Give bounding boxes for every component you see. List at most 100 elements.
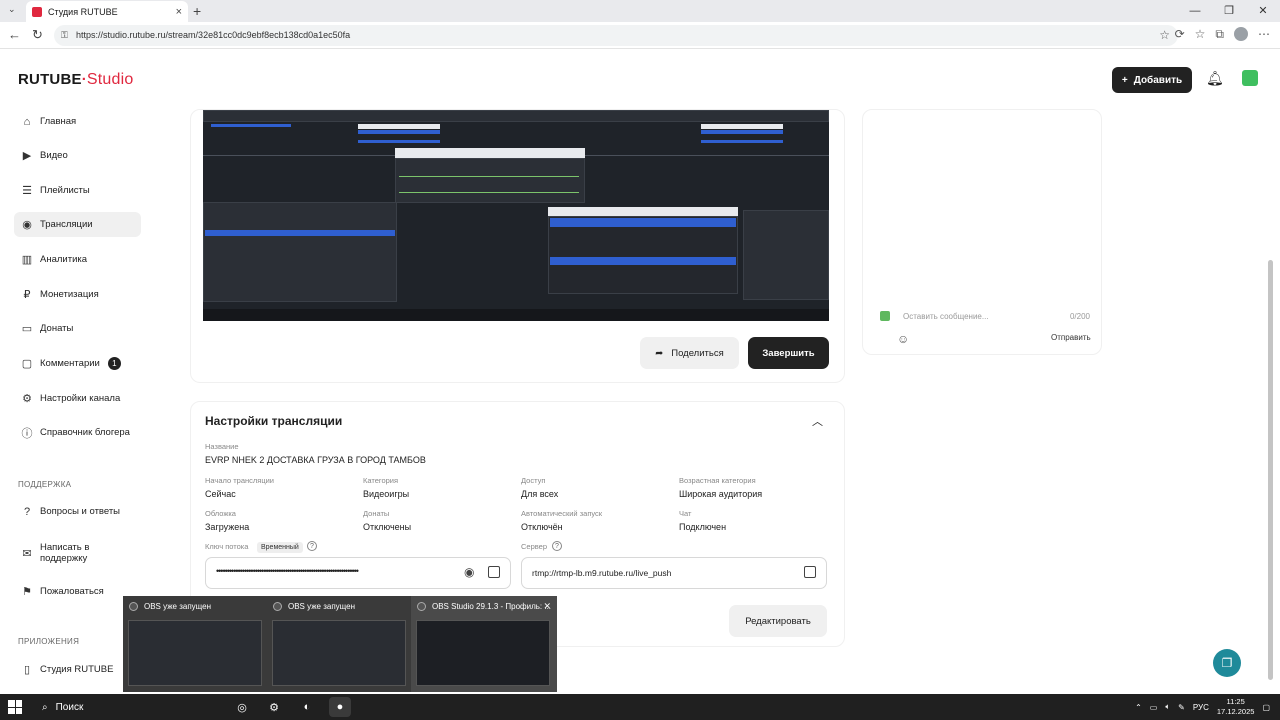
emoji-icon[interactable]: ☺ bbox=[897, 332, 909, 346]
app-icon[interactable]: ⚙ bbox=[263, 697, 285, 717]
add-button[interactable]: + Добавить bbox=[1112, 67, 1192, 93]
windows-start-icon[interactable] bbox=[8, 700, 22, 714]
bookmark-star-icon[interactable]: ☆ bbox=[1159, 25, 1170, 46]
sidebar-item-contact-support[interactable]: ✉ Написать в поддержку bbox=[14, 539, 141, 567]
field-label: Категория bbox=[363, 476, 399, 485]
chat-user-avatar bbox=[880, 311, 890, 321]
field-label: Автоматический запуск bbox=[521, 509, 603, 518]
clock[interactable]: 11:25 17.12.2025 bbox=[1217, 697, 1255, 717]
server-url-value: rtmp://rtmp-lb.m9.rutube.ru/live_push bbox=[532, 568, 672, 578]
browser-tab[interactable]: Студия RUTUBE × bbox=[26, 1, 188, 22]
sidebar-item-home[interactable]: ⌂ Главная bbox=[14, 109, 141, 134]
thumbnail-preview bbox=[272, 620, 406, 686]
help-icon[interactable]: ? bbox=[552, 541, 562, 551]
thumbnail-window[interactable]: OBS уже запущен bbox=[123, 596, 267, 692]
back-icon[interactable]: ← bbox=[8, 27, 21, 42]
field-value: Подключен bbox=[679, 522, 727, 532]
end-stream-button[interactable]: Завершить bbox=[748, 337, 829, 369]
sidebar-item-video[interactable]: ▶ Видео bbox=[14, 143, 141, 168]
minimize-icon[interactable]: — bbox=[1178, 0, 1212, 22]
playlist-icon: ☰ bbox=[22, 185, 32, 197]
share-button[interactable]: ➦ Поделиться bbox=[640, 337, 739, 369]
pen-icon[interactable]: ✎ bbox=[1178, 703, 1185, 712]
obs-taskbar bbox=[203, 309, 829, 321]
reload-icon[interactable]: ↻ bbox=[32, 27, 43, 43]
chat-input[interactable]: Оставить сообщение... 0/200 bbox=[880, 306, 1090, 326]
sidebar-item-comments[interactable]: ▢ Комментарии 1 bbox=[14, 351, 141, 376]
thumbnail-window[interactable]: OBS Studio 29.1.3 - Профиль: ... ✕ bbox=[411, 596, 557, 692]
eye-icon[interactable]: ◉ bbox=[464, 565, 474, 579]
share-button-label: Поделиться bbox=[671, 347, 724, 359]
sidebar-item-broadcasts[interactable]: ◉ Трансляции bbox=[14, 212, 141, 237]
volume-icon[interactable]: 🔈︎ bbox=[1165, 702, 1170, 712]
video-icon: ▶ bbox=[22, 150, 32, 162]
page-scrollbar[interactable] bbox=[1268, 260, 1273, 680]
sidebar-item-faq[interactable]: ? Вопросы и ответы bbox=[14, 499, 141, 524]
tray-chevron-icon[interactable]: ⌃ bbox=[1135, 703, 1142, 712]
obs-menu-item-highlight bbox=[550, 218, 736, 227]
chevron-up-icon[interactable]: ︿ bbox=[812, 413, 823, 429]
sidebar-item-channel-settings[interactable]: ⚙ Настройки канала bbox=[14, 386, 141, 411]
taskbar-thumbnails: OBS уже запущен OBS уже запущен OBS Stud… bbox=[123, 596, 557, 692]
obs-controls-panel bbox=[743, 210, 829, 300]
send-button[interactable]: Отправить bbox=[1051, 333, 1091, 342]
sidebar-item-studio-app[interactable]: ▯ Студия RUTUBE bbox=[14, 657, 141, 682]
sidebar-item-blogger-guide[interactable]: ⓘ Справочник блогера bbox=[14, 420, 141, 445]
sidebar-item-analytics[interactable]: ▥ Аналитика bbox=[14, 247, 141, 272]
close-window-icon[interactable]: ✕ bbox=[1246, 0, 1280, 22]
url-input[interactable]: ⚿ https://studio.rutube.ru/stream/32e81c… bbox=[54, 25, 1178, 46]
restore-icon[interactable]: ❐ bbox=[1212, 0, 1246, 22]
sidebar-item-playlists[interactable]: ☰ Плейлисты bbox=[14, 178, 141, 203]
more-menu-icon[interactable]: ⋯ bbox=[1258, 27, 1270, 42]
edge-icon[interactable]: ◐ bbox=[296, 697, 318, 717]
obs-taskbar-icon[interactable]: ● bbox=[329, 697, 351, 717]
comments-icon: ▢ bbox=[21, 358, 33, 370]
rutube-studio-logo[interactable]: RUTUBE·Studio bbox=[18, 71, 133, 89]
support-chat-icon[interactable]: ❐ bbox=[1213, 649, 1241, 677]
tab-menu-icon[interactable]: ⌄ bbox=[8, 4, 16, 15]
copy-icon[interactable] bbox=[804, 566, 816, 578]
copy-icon[interactable] bbox=[488, 566, 500, 578]
obs-blue-bar bbox=[358, 140, 440, 143]
obs-blue-bar bbox=[358, 130, 440, 134]
collections-icon[interactable]: ⧉ bbox=[1215, 27, 1224, 42]
user-avatar[interactable] bbox=[1242, 70, 1258, 86]
sidebar-item-donations[interactable]: ▭ Донаты bbox=[14, 316, 141, 341]
discord-icon[interactable]: ◎ bbox=[231, 697, 253, 717]
thumbnail-window[interactable]: OBS уже запущен bbox=[267, 596, 411, 692]
edit-button-label: Редактировать bbox=[745, 615, 811, 627]
sidebar-item-label: Главная bbox=[40, 116, 77, 127]
field-label: Доступ bbox=[521, 476, 546, 485]
obs-menu-item-highlight bbox=[550, 257, 736, 265]
refresh-page-icon[interactable]: ⟳ bbox=[1175, 27, 1185, 42]
site-info-icon[interactable]: ⚿ bbox=[61, 25, 68, 46]
edit-button[interactable]: Редактировать bbox=[729, 605, 827, 637]
tab-title: Студия RUTUBE bbox=[48, 6, 118, 17]
close-tab-icon[interactable]: × bbox=[176, 6, 182, 18]
monetization-icon: ₽ bbox=[23, 289, 31, 301]
new-tab-icon[interactable]: + bbox=[193, 3, 201, 19]
language-indicator[interactable]: РУС bbox=[1193, 703, 1209, 712]
sidebar-item-label: Видео bbox=[40, 150, 68, 161]
obs-icon bbox=[273, 602, 282, 611]
favorites-icon[interactable]: ☆ bbox=[1195, 27, 1206, 42]
field-value: Отключён bbox=[521, 522, 563, 532]
help-icon[interactable]: ? bbox=[307, 541, 317, 551]
support-heading: ПОДДЕРЖКА bbox=[18, 480, 72, 489]
taskbar-search[interactable]: ⌕ Поиск bbox=[38, 694, 228, 720]
obs-menu-header bbox=[548, 207, 738, 216]
analytics-icon: ▥ bbox=[21, 254, 33, 266]
profile-avatar[interactable] bbox=[1234, 27, 1248, 41]
close-icon[interactable]: ✕ bbox=[543, 601, 551, 612]
notifications-icon[interactable]: ▢ bbox=[1262, 703, 1270, 712]
flag-icon: ⚑ bbox=[22, 586, 32, 598]
sidebar-item-report[interactable]: ⚑ Пожаловаться bbox=[14, 579, 141, 604]
obs-icon bbox=[129, 602, 138, 611]
obs-blue-bar bbox=[211, 124, 291, 127]
settings-icon: ⚙ bbox=[22, 393, 32, 405]
thumbnail-preview bbox=[128, 620, 262, 686]
notifications-bell-icon[interactable]: 🔔︎ bbox=[1206, 70, 1224, 87]
stream-video-preview[interactable] bbox=[203, 110, 829, 321]
sidebar-item-monetization[interactable]: ₽ Монетизация bbox=[14, 282, 141, 307]
network-icon[interactable]: ▭ bbox=[1150, 703, 1158, 712]
